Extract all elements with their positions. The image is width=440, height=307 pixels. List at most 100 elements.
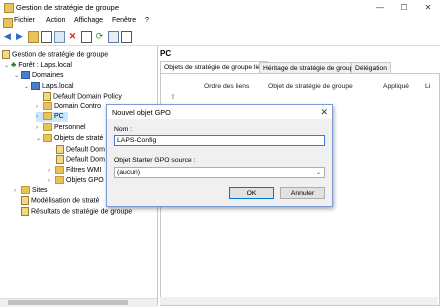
tree-label-domain: Laps.local [42, 83, 74, 90]
dialog-title: Nouvel objet GPO [112, 108, 171, 117]
help-icon[interactable] [121, 31, 132, 43]
column-link-order[interactable]: Ordre des liens [204, 83, 249, 90]
name-label: Nom : [114, 126, 133, 133]
close-button[interactable]: ✕ [416, 0, 440, 16]
ou-folder-icon [43, 123, 52, 132]
gpo-folder-icon [43, 134, 52, 143]
tree-label-wmi-filters: Filtres WMI [66, 167, 102, 174]
collapse-icon[interactable]: ⌄ [14, 71, 21, 81]
column-gpo[interactable]: Objet de stratégie de groupe [268, 83, 353, 90]
details-title: PC [160, 49, 172, 58]
collapse-icon[interactable]: ⌄ [36, 134, 43, 144]
starter-folder-icon [55, 176, 64, 185]
tree-item-gpo-default-2[interactable]: Default Dom [56, 155, 105, 165]
tree-item-forest[interactable]: ⌄ ♣ Forêt : Laps.local [4, 60, 72, 70]
menu-help[interactable]: ? [145, 17, 149, 24]
gpo-name-input[interactable] [114, 135, 325, 146]
results-icon [21, 207, 29, 216]
new-gpo-dialog: Nouvel objet GPO ✕ Nom : Objet Starter G… [106, 104, 333, 207]
tree-label-results: Résultats de stratégie de groupe [31, 208, 133, 216]
tree-label-forest: Forêt : Laps.local [18, 62, 72, 69]
expand-icon[interactable]: › [36, 112, 43, 122]
tree-label-sites: Sites [32, 187, 48, 194]
tree-label-domain-controllers: Domain Contro [54, 103, 102, 110]
tree-label-gpo-objects: Objets de straté [54, 135, 104, 142]
tree-item-gpo-default-1[interactable]: Default Dom [56, 145, 105, 155]
tree-item-sites[interactable]: › Sites [14, 186, 48, 196]
ou-folder-icon [43, 102, 52, 111]
tree-item-wmi-filters[interactable]: › Filtres WMI [48, 166, 101, 176]
gpo-link-icon [43, 92, 51, 101]
copy-icon[interactable] [54, 31, 65, 43]
expand-icon[interactable]: › [36, 123, 43, 133]
details-horizontal-scrollbar[interactable] [160, 297, 438, 305]
tree-item-modeling[interactable]: Modélisation de straté [14, 196, 99, 206]
expand-icon[interactable]: › [48, 166, 55, 176]
properties-icon[interactable] [81, 31, 92, 43]
tree-item-domains[interactable]: ⌄ Domaines [14, 71, 64, 81]
sites-icon [21, 186, 30, 195]
maximize-button[interactable]: ☐ [392, 0, 416, 16]
expand-icon[interactable]: › [48, 176, 55, 186]
forest-icon: ♣ [11, 60, 17, 69]
starter-gpo-value: (aucun) [117, 169, 141, 176]
tree-item-root[interactable]: Gestion de stratégie de groupe [2, 50, 108, 60]
menu-action[interactable]: Action [46, 17, 65, 24]
column-enforced[interactable]: Appliqué [383, 83, 409, 90]
starter-gpo-label: Objet Starter GPO source : [114, 157, 196, 164]
tree-item-default-domain-policy[interactable]: Default Domain Policy [43, 92, 122, 102]
tree-label-gpo-default-1: Default Dom [66, 146, 105, 154]
tree-label-modeling: Modélisation de straté [31, 197, 100, 205]
modeling-icon [21, 196, 29, 205]
wmi-folder-icon [55, 166, 64, 175]
expand-icon[interactable]: › [36, 102, 43, 112]
tree-label-pc: PC [54, 113, 64, 120]
minimize-button[interactable]: — [368, 0, 392, 16]
expand-icon[interactable]: › [14, 186, 21, 196]
gpmc-icon [2, 50, 10, 59]
domains-icon [21, 71, 30, 80]
forward-icon[interactable]: ▶ [14, 31, 25, 42]
gpo-icon [56, 155, 64, 164]
window-titlebar: Gestion de stratégie de groupe — ☐ ✕ [0, 0, 440, 17]
sort-up-icon[interactable]: ⇧ [170, 93, 176, 101]
tree-label-default-domain-policy: Default Domain Policy [53, 93, 122, 101]
refresh-icon[interactable]: ⟳ [94, 31, 105, 42]
starter-gpo-select[interactable]: (aucun) ⌄ [114, 167, 325, 178]
menubar: Fichier Action Affichage Fenêtre ? [0, 16, 440, 28]
toolbar: ◀ ▶ ✕ ⟳ [0, 28, 440, 46]
tree-item-results[interactable]: Résultats de stratégie de groupe [14, 207, 132, 217]
back-icon[interactable]: ◀ [2, 31, 13, 42]
domain-icon [31, 82, 40, 91]
show-tree-icon[interactable] [41, 31, 52, 43]
dialog-titlebar: Nouvel objet GPO ✕ [107, 105, 332, 119]
scrollbar-thumb[interactable] [8, 300, 128, 305]
tree-item-domain[interactable]: ⌄ Laps.local [24, 82, 74, 92]
tree-item-personnel[interactable]: › Personnel [36, 123, 86, 133]
tree-item-pc[interactable]: › PC [36, 112, 68, 122]
tree-label-gpo-default-2: Default Dom [66, 156, 105, 164]
up-folder-icon[interactable] [28, 31, 39, 43]
chevron-down-icon[interactable]: ⌄ [316, 168, 321, 178]
window-title: Gestion de stratégie de groupe [16, 3, 119, 12]
tree-item-domain-controllers[interactable]: › Domain Contro [36, 102, 101, 112]
collapse-icon[interactable]: ⌄ [24, 82, 31, 92]
close-icon[interactable]: ✕ [320, 107, 328, 118]
tree-label-domains: Domaines [32, 72, 64, 79]
column-link-enabled[interactable]: Li [425, 83, 430, 90]
ok-button[interactable]: OK [229, 187, 274, 199]
tree-label-root: Gestion de stratégie de groupe [12, 51, 109, 59]
app-icon [4, 3, 14, 13]
collapse-icon[interactable]: ⌄ [4, 61, 11, 71]
tree-item-gpo-objects[interactable]: ⌄ Objets de straté [36, 134, 103, 144]
menu-app-icon[interactable] [3, 18, 13, 28]
menu-fichier[interactable]: Fichier [14, 17, 35, 24]
ou-folder-icon [43, 112, 52, 121]
delete-icon[interactable]: ✕ [67, 31, 78, 42]
menu-affichage[interactable]: Affichage [74, 17, 103, 24]
cancel-button[interactable]: Annuler [280, 187, 325, 199]
export-icon[interactable] [108, 31, 119, 43]
tree-label-personnel: Personnel [54, 124, 86, 131]
menu-fenetre[interactable]: Fenêtre [112, 17, 136, 24]
gpo-icon [56, 145, 64, 154]
